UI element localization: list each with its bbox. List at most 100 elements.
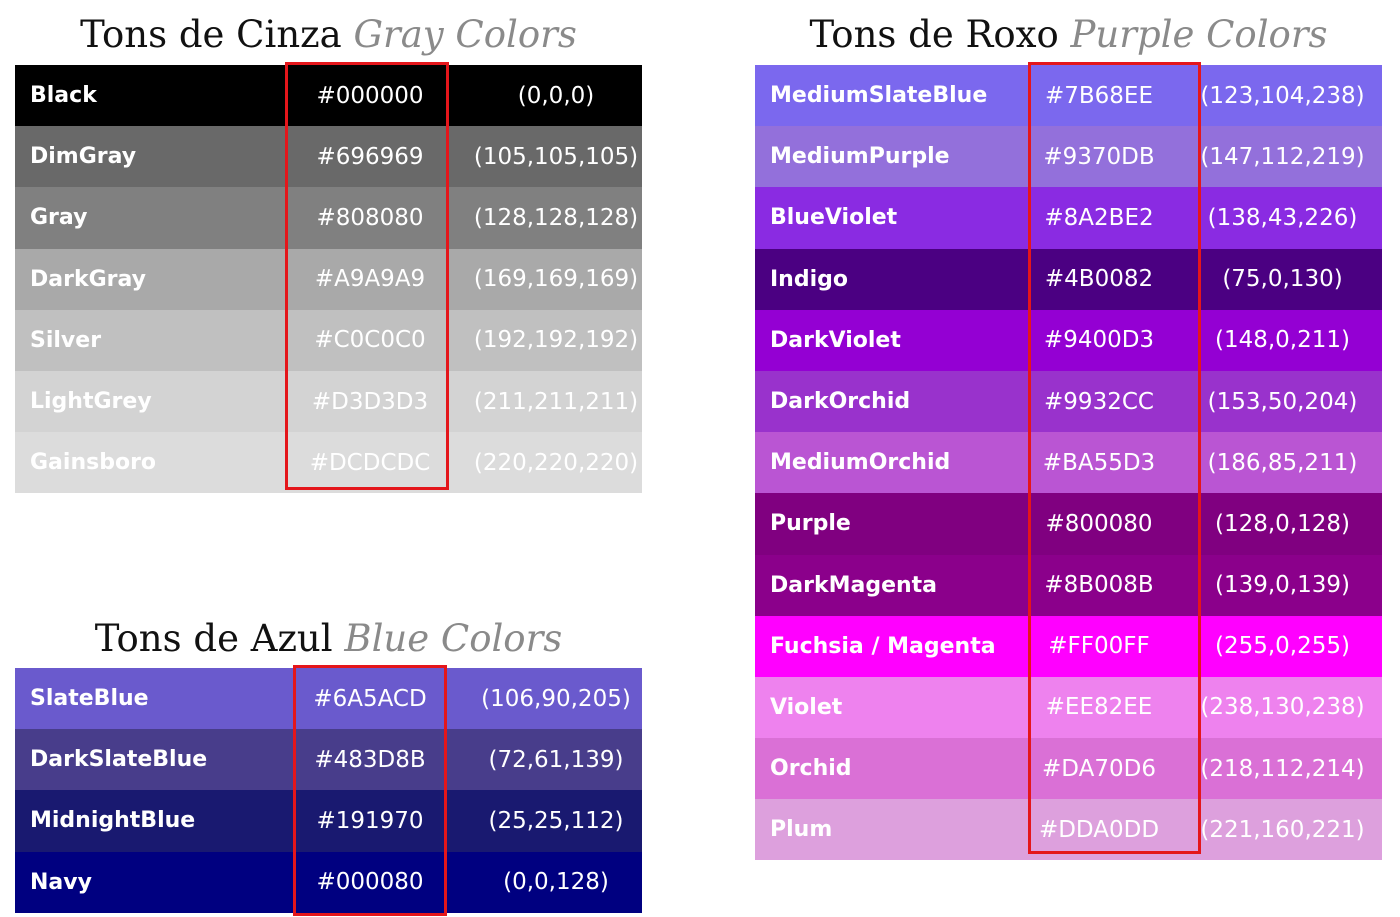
hex-code-cell: #800080 <box>1045 510 1153 537</box>
color-name-cell: Silver <box>30 327 102 353</box>
color-row: MediumPurple #9370DB (147,112,219) <box>755 126 1382 188</box>
rgb-value-cell: (153,50,204) <box>1207 388 1358 415</box>
blue-color-table: SlateBlue #6A5ACD (106,90,205) DarkSlateBlu… <box>15 668 642 913</box>
color-row: DarkSlateBlue #483D8B (72,61,139) <box>15 729 642 791</box>
rgb-value-cell: (128,0,128) <box>1214 510 1350 537</box>
hex-code-cell: #7B68EE <box>1044 82 1153 109</box>
gray-title-en: Gray Colors <box>353 13 577 56</box>
color-row: BlueViolet #8A2BE2 (138,43,226) <box>755 187 1382 249</box>
color-name-cell: DarkMagenta <box>770 572 938 598</box>
blue-colors-section: Tons de Azul Blue Colors SlateBlue #6A5AC… <box>15 615 642 917</box>
gray-colors-section: Tons de Cinza Gray Colors Black #000000 (0… <box>15 12 642 494</box>
hex-code-cell: #6A5ACD <box>313 685 427 712</box>
rgb-value-cell: (138,43,226) <box>1207 204 1358 231</box>
color-name-cell: Purple <box>770 511 851 537</box>
color-name-cell: LightGrey <box>30 389 152 415</box>
rgb-value-cell: (255,0,255) <box>1214 633 1350 660</box>
color-row: Fuchsia / Magenta #FF00FF (255,0,255) <box>755 615 1382 677</box>
color-row: Gainsboro #DCDCDC (220,220,220) <box>15 432 642 494</box>
color-name-cell: Gray <box>30 205 88 231</box>
color-row: Plum #DDA0DD (221,160,221) <box>755 799 1382 861</box>
color-row: Violet #EE82EE (238,130,238) <box>755 676 1382 739</box>
color-row: Orchid #DA70D6 (218,112,214) <box>755 738 1382 800</box>
color-name-cell: DimGray <box>30 144 137 170</box>
hex-code-cell: #483D8B <box>314 746 426 773</box>
hex-code-cell: #9400D3 <box>1043 327 1155 354</box>
color-name-cell: Indigo <box>770 266 848 292</box>
hex-code-cell: #DDA0DD <box>1038 816 1160 843</box>
hex-code-cell: #191970 <box>316 807 424 834</box>
rgb-value-cell: (0,0,128) <box>503 869 609 896</box>
color-name-cell: MediumOrchid <box>770 450 951 476</box>
color-row: SlateBlue #6A5ACD (106,90,205) <box>15 668 642 730</box>
color-row: Purple #800080 (128,0,128) <box>755 493 1382 555</box>
color-name-cell: Navy <box>30 869 92 895</box>
color-row: DimGray #696969 (105,105,105) <box>15 126 642 188</box>
rgb-value-cell: (221,160,221) <box>1200 816 1365 843</box>
color-name-cell: Fuchsia / Magenta <box>770 633 996 659</box>
rgb-value-cell: (186,85,211) <box>1207 449 1358 476</box>
rgb-value-cell: (147,112,219) <box>1200 143 1365 170</box>
hex-code-cell: #8B008B <box>1044 572 1154 599</box>
rgb-value-cell: (218,112,214) <box>1200 755 1365 782</box>
color-row: DarkOrchid #9932CC (153,50,204) <box>755 370 1382 433</box>
hex-code-cell: #DA70D6 <box>1042 755 1156 782</box>
color-name-cell: Gainsboro <box>30 450 157 476</box>
blue-section-title: Tons de Azul Blue Colors <box>15 620 642 657</box>
hex-code-cell: #9932CC <box>1044 388 1154 415</box>
color-row: MediumOrchid #BA55D3 (186,85,211) <box>755 432 1382 494</box>
rgb-value-cell: (105,105,105) <box>473 143 639 170</box>
blue-title-pt: Tons de Azul <box>94 617 333 660</box>
hex-code-cell: #FF00FF <box>1048 633 1150 660</box>
rgb-value-cell: (0,0,0) <box>517 82 595 109</box>
rgb-value-cell: (72,61,139) <box>488 746 624 773</box>
hex-code-cell: #C0C0C0 <box>314 327 426 354</box>
rgb-value-cell: (238,130,238) <box>1200 694 1365 721</box>
hex-code-cell: #D3D3D3 <box>311 388 429 415</box>
color-name-cell: SlateBlue <box>30 686 149 712</box>
hex-code-cell: #8A2BE2 <box>1044 204 1154 231</box>
color-name-cell: Violet <box>770 694 843 720</box>
purple-color-table: MediumSlateBlue #7B68EE (123,104,238) Mediu… <box>755 65 1382 861</box>
rgb-value-cell: (148,0,211) <box>1214 327 1350 354</box>
color-row: Black #000000 (0,0,0) <box>15 65 642 127</box>
gray-title-pt: Tons de Cinza <box>80 13 342 56</box>
blue-title-en: Blue Colors <box>344 617 563 660</box>
hex-code-cell: #4B0082 <box>1044 266 1154 293</box>
color-row: Gray #808080 (128,128,128) <box>15 187 642 249</box>
rgb-value-cell: (128,128,128) <box>473 204 639 231</box>
rgb-value-cell: (25,25,112) <box>488 807 624 834</box>
rgb-value-cell: (220,220,220) <box>473 449 639 476</box>
color-name-cell: Plum <box>770 817 833 843</box>
rgb-value-cell: (169,169,169) <box>473 266 639 293</box>
hex-code-cell: #808080 <box>316 204 424 231</box>
rgb-value-cell: (192,192,192) <box>473 327 639 354</box>
gray-color-table: Black #000000 (0,0,0) DimGray #696969 (105,10… <box>15 65 642 494</box>
hex-code-cell: #000000 <box>316 82 424 109</box>
hex-code-cell: #EE82EE <box>1045 694 1153 721</box>
color-name-cell: Orchid <box>770 756 852 782</box>
gray-section-title: Tons de Cinza Gray Colors <box>15 16 642 53</box>
color-row: Silver #C0C0C0 (192,192,192) <box>15 309 642 371</box>
rgb-value-cell: (106,90,205) <box>481 685 631 712</box>
hex-code-cell: #BA55D3 <box>1042 449 1156 476</box>
purple-section-title: Tons de Roxo Purple Colors <box>755 16 1382 53</box>
color-name-cell: MediumPurple <box>770 144 950 170</box>
color-name-cell: DarkGray <box>30 266 147 292</box>
hex-code-cell: #000080 <box>316 869 424 896</box>
rgb-value-cell: (75,0,130) <box>1222 266 1343 293</box>
purple-title-pt: Tons de Roxo <box>809 13 1059 56</box>
color-row: Indigo #4B0082 (75,0,130) <box>755 248 1382 310</box>
purple-colors-section: Tons de Roxo Purple Colors MediumSlateBl… <box>755 12 1382 861</box>
color-name-cell: Black <box>30 83 97 109</box>
color-row: DarkMagenta #8B008B (139,0,139) <box>755 554 1382 616</box>
color-name-cell: MediumSlateBlue <box>770 83 988 109</box>
color-row: Navy #000080 (0,0,128) <box>15 851 642 913</box>
hex-code-cell: #9370DB <box>1043 143 1155 170</box>
color-name-cell: BlueViolet <box>770 205 898 231</box>
rgb-value-cell: (211,211,211) <box>473 388 639 415</box>
color-row: MidnightBlue #191970 (25,25,112) <box>15 790 642 852</box>
color-name-cell: DarkViolet <box>770 327 901 353</box>
color-name-cell: MidnightBlue <box>30 808 196 834</box>
color-row: DarkViolet #9400D3 (148,0,211) <box>755 309 1382 371</box>
